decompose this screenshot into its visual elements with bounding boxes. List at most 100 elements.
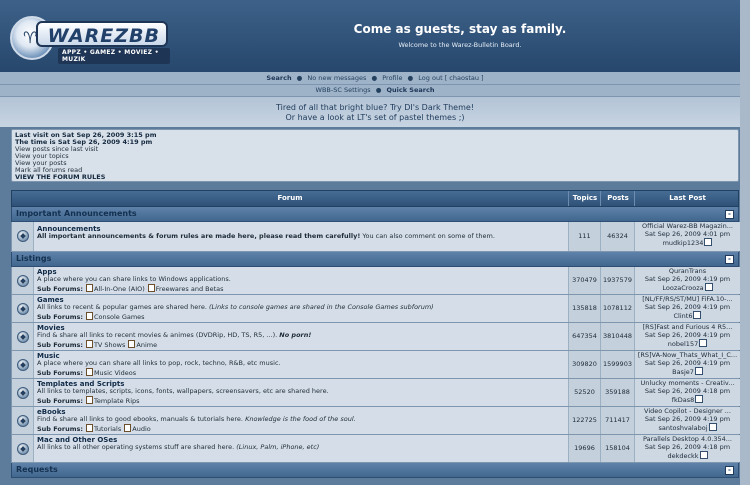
- sub-forum-icon: [85, 311, 93, 320]
- settings-link[interactable]: WBB-SC Settings: [316, 86, 371, 94]
- site-logo[interactable]: ♈ WAREZBB APPZ • GAMEZ • MOVIEZ • MUZIK: [10, 12, 170, 64]
- posts-count: 3810448: [600, 323, 634, 350]
- last-post-cell: Official Warez-BB Magazin... Sat Sep 26, …: [634, 222, 740, 251]
- forum-info-cell: eBooks Find & share all links to good ebo…: [34, 407, 568, 434]
- search-link[interactable]: Search: [266, 74, 291, 82]
- last-post-cell: QuranTrans Sat Sep 26, 2009 4:19 pm LoozaC…: [634, 267, 740, 294]
- last-post-user-link[interactable]: LoozaCrooza: [662, 284, 703, 292]
- sub-forum-link[interactable]: Audio: [132, 425, 150, 433]
- last-post-user-link[interactable]: Basje7: [672, 368, 694, 376]
- sub-forum-link[interactable]: Console Games: [94, 313, 145, 321]
- last-post-user-link[interactable]: santoshvalaboj: [658, 424, 707, 432]
- forum-read-status-icon: [17, 359, 29, 371]
- sub-forum-link[interactable]: Template Rips: [94, 397, 140, 405]
- forum-description-text: A place where you can share all links to…: [37, 359, 281, 368]
- forum-status-cell: [12, 323, 34, 350]
- forum-description: Find & share all links to recent movies …: [37, 332, 565, 339]
- posts-count: 1599903: [600, 351, 634, 378]
- forum-description-bold: All important announcements & forum rule…: [37, 232, 361, 241]
- forum-description-italic: Knowledge is the food of the soul.: [245, 415, 356, 424]
- last-post-date: Sat Sep 26, 2009 4:19 pm: [644, 414, 731, 423]
- nav-separator: ●: [375, 86, 382, 94]
- last-post-user-link[interactable]: Clint6: [674, 312, 693, 320]
- sub-forum-link[interactable]: All-In-One (AIO): [94, 285, 145, 293]
- view-latest-post-icon[interactable]: [699, 339, 708, 348]
- main-nav: Search ● No new messages ● Profile ● Log…: [0, 72, 750, 85]
- last-post-date: Sat Sep 26, 2009 4:18 pm: [644, 386, 731, 395]
- sub-forum-link[interactable]: Music Videos: [94, 369, 136, 377]
- category-title[interactable]: Listings: [16, 252, 51, 266]
- last-post-user-link[interactable]: mudkip1234: [663, 239, 704, 247]
- view-latest-post-icon[interactable]: [708, 423, 717, 432]
- sub-forum-icon: [85, 339, 93, 348]
- dark-theme-link[interactable]: Tired of all that bright blue? Try DI's …: [0, 103, 750, 112]
- posts-count: 1078112: [600, 295, 634, 322]
- sub-forum-link[interactable]: Freewares and Betas: [156, 285, 224, 293]
- last-post-author: dekdeckk: [635, 451, 740, 461]
- forum-description: All important announcements & forum rule…: [37, 233, 565, 240]
- theme-promo: Tired of all that bright blue? Try DI's …: [0, 97, 750, 127]
- collapse-toggle-icon[interactable]: -: [725, 466, 734, 475]
- forum-read-status-icon: [17, 443, 29, 455]
- nav-separator: ●: [296, 74, 303, 82]
- last-post-date: Sat Sep 26, 2009 4:18 pm: [644, 442, 731, 451]
- sub-forum-link[interactable]: TV Shows: [94, 341, 125, 349]
- mark-forums-read-link[interactable]: Mark all forums read: [15, 167, 735, 174]
- category-title[interactable]: Requests: [16, 463, 58, 477]
- view-latest-post-icon[interactable]: [699, 451, 708, 460]
- last-post-user-link[interactable]: dekdeckk: [667, 452, 698, 460]
- forum-rules-link[interactable]: VIEW THE FORUM RULES: [15, 174, 735, 181]
- forum-status-cell: [12, 267, 34, 294]
- secondary-nav: WBB-SC Settings ● Quick Search: [0, 85, 750, 97]
- collapse-toggle-icon[interactable]: -: [725, 255, 734, 264]
- logout-link[interactable]: Log out [ chaostau ]: [418, 74, 483, 82]
- view-latest-post-icon[interactable]: [704, 283, 713, 292]
- forum-status-cell: [12, 379, 34, 406]
- header: ♈ WAREZBB APPZ • GAMEZ • MOVIEZ • MUZIK …: [0, 0, 750, 73]
- forum-status-cell: [12, 351, 34, 378]
- forum-info-cell: Templates and Scripts All links to templa…: [34, 379, 568, 406]
- collapse-toggle-icon[interactable]: -: [725, 210, 734, 219]
- your-posts-link[interactable]: View your posts: [15, 160, 735, 167]
- forum-status-cell: [12, 435, 34, 462]
- view-latest-post-icon[interactable]: [704, 238, 713, 247]
- col-last-post: Last Post: [634, 191, 740, 206]
- last-post-cell: [RS]VA-Now_Thats_What_I_C... Sat Sep 26, …: [634, 351, 740, 378]
- forum-row: Movies Find & share all links to recent m…: [11, 323, 740, 351]
- topics-count: 111: [568, 222, 600, 251]
- quick-search-link[interactable]: Quick Search: [386, 86, 434, 94]
- sub-forum-icon: [128, 339, 136, 348]
- profile-link[interactable]: Profile: [382, 74, 402, 82]
- view-latest-post-icon[interactable]: [694, 367, 703, 376]
- window-scrollbar[interactable]: [740, 0, 750, 485]
- forum-description: Find & share all links to good ebooks, m…: [37, 416, 565, 423]
- forum-description: A place where you can share all links to…: [37, 360, 565, 367]
- your-topics-link[interactable]: View your topics: [15, 153, 735, 160]
- last-post-user-link[interactable]: nobel157: [668, 340, 698, 348]
- sub-forum-link[interactable]: Tutorials: [94, 425, 121, 433]
- last-post-author: mudkip1234: [635, 238, 740, 248]
- last-post-cell: [RS]Fast and Furious 4 R5... Sat Sep 26, …: [634, 323, 740, 350]
- forum-description: All links to recent & popular games are …: [37, 304, 565, 311]
- topics-count: 647354: [568, 323, 600, 350]
- sub-forums-label: Sub Forums:: [37, 340, 83, 349]
- last-post-user-link[interactable]: fkDas8: [672, 396, 695, 404]
- site-title: Come as guests, stay as family.: [353, 22, 567, 36]
- forum-description-text: All links to templates, scripts, icons, …: [37, 387, 329, 396]
- sub-forum-link[interactable]: Anime: [136, 341, 157, 349]
- new-messages-link[interactable]: No new messages: [307, 74, 366, 82]
- last-post-date: Sat Sep 26, 2009 4:19 pm: [644, 358, 731, 367]
- last-post-cell: Parallels Desktop 4.0.354... Sat Sep 26, …: [634, 435, 740, 462]
- sub-forums-list: Sub Forums: Tutorials Audio: [37, 423, 565, 433]
- pastel-themes-link[interactable]: Or have a look at LT's set of pastel the…: [0, 113, 750, 122]
- last-post-cell: Video Copilot - Designer ... Sat Sep 26, …: [634, 407, 740, 434]
- last-post-author: fkDas8: [635, 395, 740, 405]
- posts-since-last-visit-link[interactable]: View posts since last visit: [15, 146, 735, 153]
- category-header: Requests -: [11, 463, 739, 478]
- category-title[interactable]: Important Announcements: [16, 207, 137, 221]
- view-latest-post-icon[interactable]: [695, 395, 704, 404]
- topics-count: 52520: [568, 379, 600, 406]
- forum-row: Mac and Other OSes All links to all other…: [11, 435, 740, 463]
- view-latest-post-icon[interactable]: [693, 311, 702, 320]
- col-topics: Topics: [568, 191, 601, 206]
